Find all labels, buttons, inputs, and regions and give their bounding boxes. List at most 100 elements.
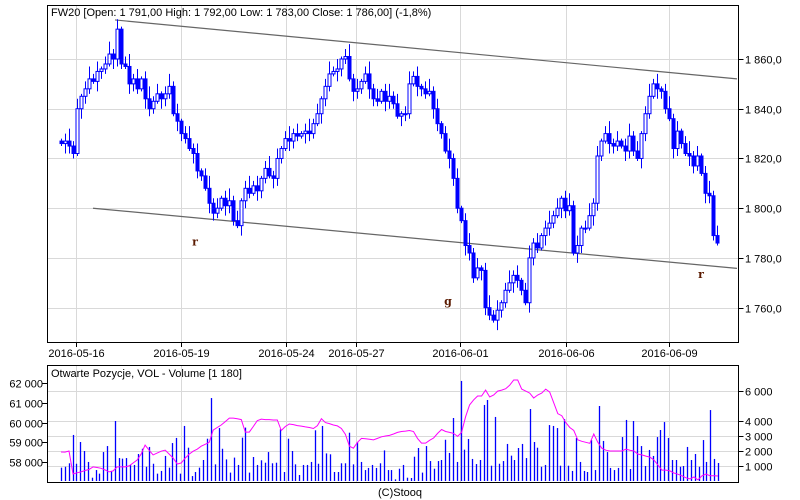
- lower-channel-line: [92, 207, 738, 270]
- candle: [659, 86, 664, 99]
- upper-channel-line: [114, 19, 738, 80]
- candle: [667, 96, 672, 122]
- candle-body-up: [343, 56, 348, 60]
- candle: [679, 128, 684, 149]
- volume-bars: [60, 380, 720, 481]
- candle-body-down: [67, 140, 72, 147]
- candle: [507, 270, 512, 293]
- candle-body-down: [179, 120, 184, 135]
- candle-body-down: [391, 95, 396, 105]
- open-interest-axis: 58 000 59 000 60 000 61 000 62 000: [9, 379, 48, 470]
- candle-body-up: [291, 133, 296, 142]
- candle-body-up: [323, 85, 328, 100]
- x-tick-label: 2016-05-24: [258, 348, 314, 360]
- date-axis: 2016-05-16 2016-05-19 2016-05-24 2016-05-27…: [48, 342, 698, 360]
- candle-body-up: [167, 85, 172, 95]
- candle-body-up: [311, 123, 316, 135]
- oi-tick-label: 59 000: [9, 438, 43, 450]
- candle-body-up: [63, 140, 68, 145]
- candle-body-down: [571, 205, 576, 254]
- candle-body-down: [447, 150, 452, 159]
- candle: [179, 118, 184, 142]
- candle-body-up: [603, 133, 608, 142]
- candle-body-up: [643, 113, 648, 135]
- candle-body-down: [435, 108, 440, 125]
- candle-body-up: [547, 222, 552, 229]
- candle: [303, 123, 308, 144]
- candle: [323, 78, 328, 107]
- candle-body-down: [111, 53, 116, 60]
- candle-body-up: [115, 28, 120, 60]
- candle-body-down: [307, 130, 312, 135]
- candle-body-up: [527, 257, 532, 304]
- candle-body-up: [427, 90, 432, 95]
- y-tick-label: 1 780,0: [745, 254, 782, 266]
- candle-body-down: [267, 167, 272, 177]
- candle-body-up: [251, 185, 256, 194]
- candle: [539, 233, 544, 251]
- candle: [155, 83, 160, 104]
- candle: [639, 131, 644, 169]
- candle: [263, 160, 268, 184]
- candle-body-down: [635, 150, 640, 159]
- candle-body-up: [243, 187, 248, 202]
- pattern-marker: r: [192, 236, 198, 249]
- candle: [527, 245, 532, 313]
- candle: [347, 44, 352, 82]
- candle-body-down: [287, 138, 292, 142]
- candle-body-up: [315, 113, 320, 125]
- candle: [175, 103, 180, 132]
- candle: [147, 86, 152, 117]
- candle-body-up: [567, 205, 572, 212]
- candle-body-down: [351, 78, 356, 92]
- candle-body-up: [647, 95, 652, 115]
- candle: [131, 73, 136, 92]
- candle: [603, 126, 608, 144]
- candle: [359, 78, 364, 94]
- candle-body-up: [559, 197, 564, 209]
- candle-body-up: [675, 130, 680, 150]
- annotations: r g r: [192, 236, 704, 309]
- candle: [495, 300, 500, 331]
- candle-body-down: [687, 153, 692, 157]
- volume-tick-label: 4 000: [745, 417, 773, 429]
- candle: [531, 238, 536, 266]
- candle: [291, 128, 296, 149]
- candle: [235, 210, 240, 229]
- candle-body-down: [611, 143, 616, 147]
- candle-body-down: [655, 83, 660, 90]
- candle-body-down: [295, 133, 300, 137]
- candle: [379, 88, 384, 104]
- candle-body-up: [75, 108, 80, 155]
- x-tick-label: 2016-06-09: [641, 348, 697, 360]
- candle-body-down: [147, 98, 152, 110]
- candle: [255, 175, 260, 201]
- candle: [247, 175, 252, 199]
- copyright-footer: (C)Stooq: [378, 487, 422, 499]
- candle-body-down: [143, 78, 148, 100]
- candle-body-down: [171, 85, 176, 115]
- candle: [447, 138, 452, 169]
- candle: [191, 143, 196, 164]
- candle: [375, 88, 380, 107]
- candle-body-up: [387, 95, 392, 102]
- candle: [383, 83, 388, 112]
- candle-body-down: [703, 172, 708, 194]
- candle-body-up: [331, 70, 336, 75]
- candle: [455, 168, 460, 214]
- candle: [119, 26, 124, 69]
- candle-body-up: [155, 93, 160, 102]
- candle: [275, 148, 280, 186]
- candle-body-up: [359, 80, 364, 90]
- candle-body-down: [199, 170, 204, 177]
- candle-body-up: [543, 227, 548, 237]
- pattern-marker: r: [698, 268, 704, 281]
- x-tick-label: 2016-06-01: [432, 348, 488, 360]
- candle: [335, 59, 340, 82]
- candle: [523, 282, 528, 306]
- candle-body-down: [479, 267, 484, 271]
- candle: [691, 151, 696, 174]
- candle: [391, 91, 396, 109]
- candle: [619, 138, 624, 149]
- candle: [579, 225, 584, 253]
